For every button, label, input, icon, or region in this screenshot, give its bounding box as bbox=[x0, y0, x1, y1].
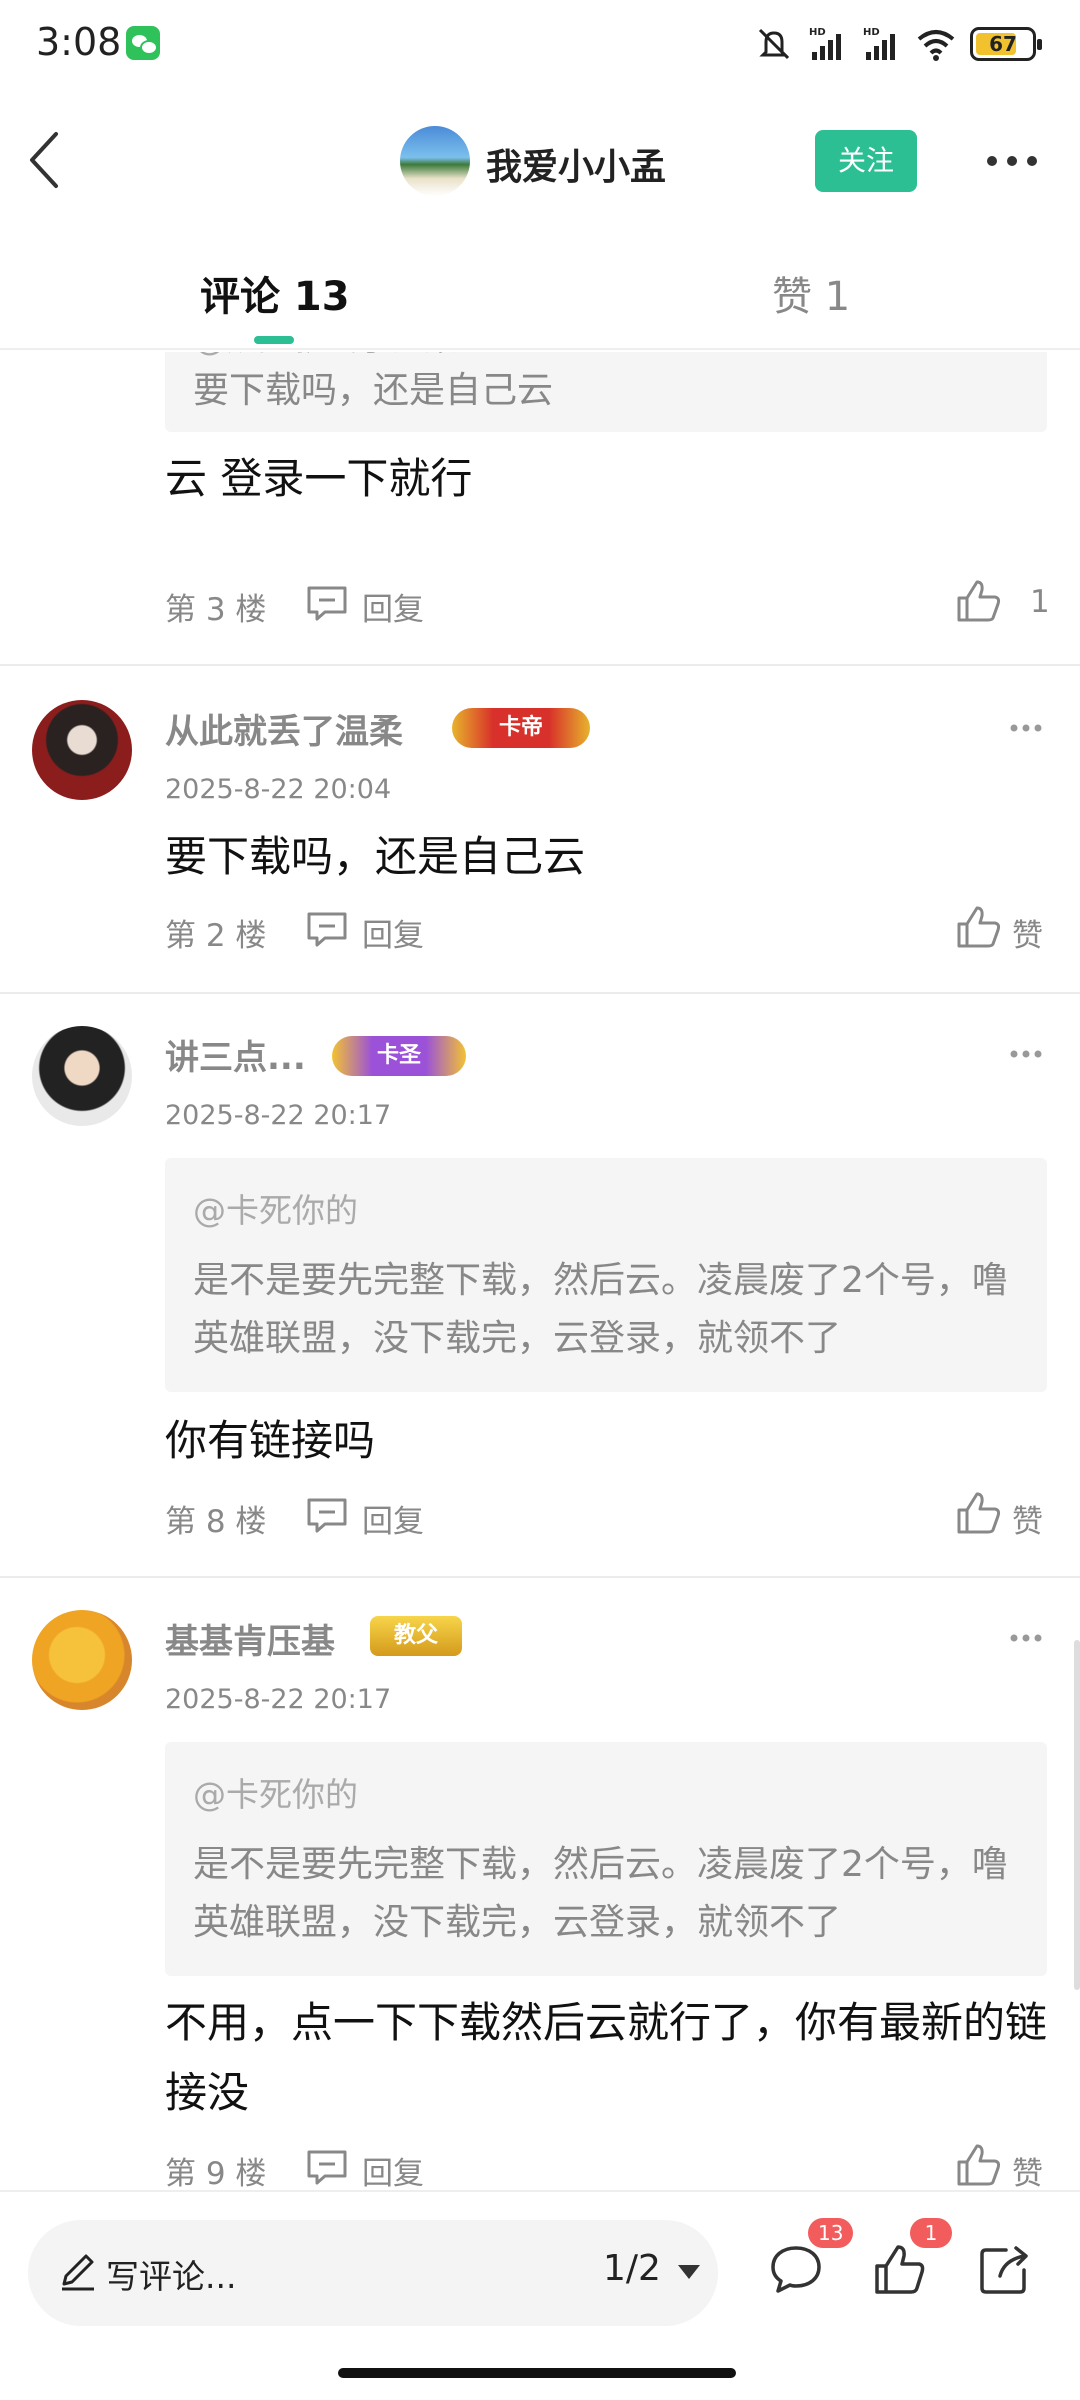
level-badge: 卡圣 bbox=[332, 1036, 466, 1076]
mute-icon bbox=[758, 28, 790, 60]
status-time: 3:08 bbox=[36, 20, 122, 64]
reply-button[interactable]: 回复 bbox=[362, 2148, 424, 2192]
comment-count-badge: 13 bbox=[808, 2218, 854, 2248]
author-avatar[interactable] bbox=[400, 126, 470, 196]
signal-hd-1-icon: HD bbox=[809, 27, 841, 60]
svg-text:HD: HD bbox=[863, 27, 880, 38]
level-badge: 卡帝 bbox=[452, 708, 590, 748]
thumbs-up-icon[interactable] bbox=[955, 904, 1003, 950]
divider bbox=[0, 664, 1080, 666]
avatar[interactable] bbox=[32, 700, 132, 800]
status-bar: 3:08 HD HD 67 bbox=[0, 0, 1080, 90]
reply-icon[interactable] bbox=[305, 1496, 349, 1534]
svg-text:HD: HD bbox=[809, 27, 826, 38]
quote-text: 是不是要先完整下载，然后云。凌晨废了2个号，噜英雄联盟，没下载完，云登录，就领不… bbox=[193, 1260, 1008, 1359]
reply-button[interactable]: 回复 bbox=[362, 910, 424, 955]
comment-input[interactable]: 写评论... 1/2 bbox=[28, 2220, 718, 2326]
quoted-comment: @从此就丢了温柔 要下载吗，还是自己云 bbox=[165, 352, 1047, 432]
username[interactable]: 从此就丢了温柔 bbox=[165, 704, 403, 753]
like-button[interactable]: 赞 bbox=[1012, 1496, 1043, 1541]
divider bbox=[0, 1576, 1080, 1578]
comment-input-placeholder: 写评论... bbox=[106, 2257, 237, 2296]
tab-bar: 评论 13 赞 1 bbox=[0, 240, 1080, 350]
comments-icon[interactable] bbox=[768, 2242, 824, 2298]
tab-comments[interactable]: 评论 13 bbox=[200, 264, 350, 322]
reply-icon[interactable] bbox=[305, 2148, 349, 2186]
signal-hd-2-icon: HD bbox=[863, 27, 895, 60]
quote-author: @从此就丢了温柔 bbox=[193, 352, 457, 360]
comment-more-icon[interactable] bbox=[1010, 1048, 1042, 1060]
thumbs-up-icon[interactable] bbox=[955, 2142, 1003, 2188]
bottom-action-bar: 写评论... 1/2 13 1 bbox=[0, 2190, 1080, 2400]
level-badge: 教父 bbox=[370, 1616, 462, 1656]
timestamp: 2025-8-22 20:17 bbox=[165, 1100, 392, 1131]
wifi-icon bbox=[917, 30, 955, 61]
like-count: 1 bbox=[1030, 584, 1050, 620]
page-indicator[interactable]: 1/2 bbox=[603, 2248, 661, 2289]
comment-more-icon[interactable] bbox=[1010, 1632, 1042, 1644]
floor-label: 第 9 楼 bbox=[165, 2156, 267, 2192]
timestamp: 2025-8-22 20:04 bbox=[165, 774, 392, 805]
scrollbar[interactable] bbox=[1074, 1640, 1080, 1990]
quoted-comment: @卡死你的 是不是要先完整下载，然后云。凌晨废了2个号，噜英雄联盟，没下载完，云… bbox=[165, 1742, 1047, 1976]
floor-label: 第 3 楼 bbox=[165, 592, 267, 628]
like-count-badge: 1 bbox=[910, 2218, 952, 2248]
share-icon[interactable] bbox=[976, 2242, 1032, 2298]
reply-button[interactable]: 回复 bbox=[362, 584, 424, 629]
author-name[interactable]: 我爱小小孟 bbox=[486, 138, 666, 190]
username[interactable]: 基基肯压基 bbox=[165, 1614, 335, 1663]
comment-list[interactable]: @从此就丢了温柔 要下载吗，还是自己云 云 登录一下就行 第 3 楼 回复 1 … bbox=[0, 352, 1080, 2192]
quote-text: 是不是要先完整下载，然后云。凌晨废了2个号，噜英雄联盟，没下载完，云登录，就领不… bbox=[193, 1844, 1008, 1943]
battery-level: 67 bbox=[989, 32, 1017, 56]
username[interactable]: 讲三点... bbox=[165, 1030, 306, 1079]
like-button[interactable]: 赞 bbox=[1012, 2148, 1043, 2192]
more-options-icon[interactable] bbox=[985, 150, 1039, 172]
like-post-icon[interactable] bbox=[872, 2242, 928, 2298]
quoted-comment: @卡死你的 是不是要先完整下载，然后云。凌晨废了2个号，噜英雄联盟，没下载完，云… bbox=[165, 1158, 1047, 1392]
floor-label: 第 8 楼 bbox=[165, 1504, 267, 1540]
comment-text: 不用，点一下下载然后云就行了，你有最新的链接没 bbox=[165, 1998, 1048, 2117]
floor-label: 第 2 楼 bbox=[165, 918, 267, 954]
home-indicator[interactable] bbox=[338, 2368, 736, 2378]
comment-more-icon[interactable] bbox=[1010, 722, 1042, 734]
avatar[interactable] bbox=[32, 1610, 132, 1710]
quote-author: @卡死你的 bbox=[193, 1775, 358, 1814]
follow-button[interactable]: 关注 bbox=[815, 130, 917, 192]
reply-button[interactable]: 回复 bbox=[362, 1496, 424, 1541]
wechat-notification-icon bbox=[126, 26, 160, 60]
thumbs-up-icon[interactable] bbox=[955, 578, 1003, 624]
divider bbox=[0, 992, 1080, 994]
active-tab-indicator bbox=[254, 336, 294, 344]
caret-down-icon[interactable] bbox=[676, 2262, 702, 2282]
like-button[interactable]: 赞 bbox=[1012, 910, 1043, 955]
battery-icon: 67 bbox=[970, 27, 1042, 61]
comment-text: 云 登录一下就行 bbox=[165, 454, 473, 503]
avatar[interactable] bbox=[32, 1026, 132, 1126]
comment-text: 要下载吗，还是自己云 bbox=[165, 832, 586, 881]
tab-likes[interactable]: 赞 1 bbox=[772, 264, 850, 322]
back-arrow-icon[interactable] bbox=[26, 128, 66, 192]
reply-icon[interactable] bbox=[305, 584, 349, 622]
pencil-icon bbox=[62, 2254, 94, 2291]
thumbs-up-icon[interactable] bbox=[955, 1490, 1003, 1536]
top-nav: 我爱小小孟 关注 bbox=[0, 90, 1080, 230]
comment-text: 你有链接吗 bbox=[165, 1416, 376, 1465]
reply-icon[interactable] bbox=[305, 910, 349, 948]
quote-text: 要下载吗，还是自己云 bbox=[193, 370, 554, 411]
timestamp: 2025-8-22 20:17 bbox=[165, 1684, 392, 1715]
quote-author: @卡死你的 bbox=[193, 1191, 358, 1230]
